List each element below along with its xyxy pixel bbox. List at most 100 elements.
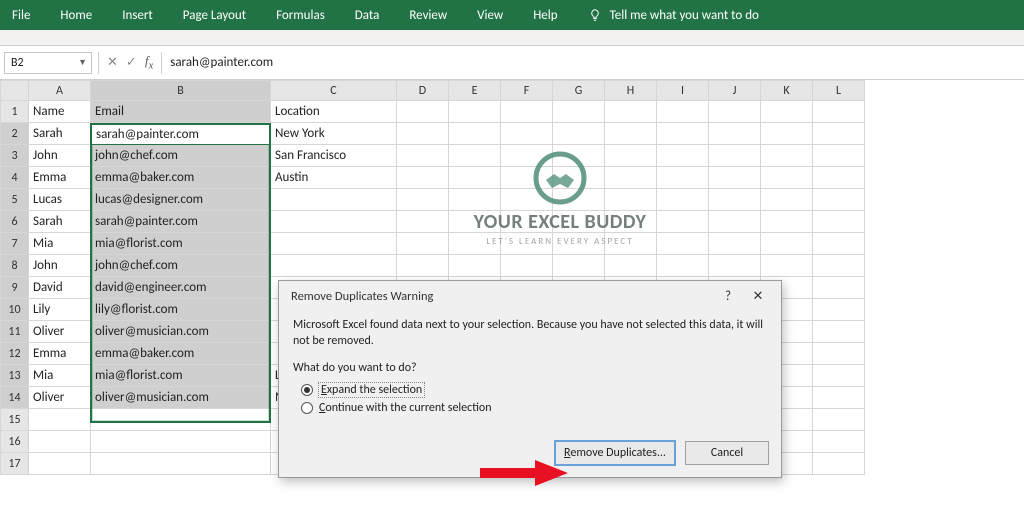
cell[interactable] xyxy=(553,123,605,145)
cell[interactable] xyxy=(271,189,397,211)
cell[interactable] xyxy=(553,211,605,233)
cell[interactable] xyxy=(605,189,657,211)
cell[interactable] xyxy=(813,365,865,387)
fx-icon[interactable]: fx xyxy=(145,53,153,72)
col-header-D[interactable]: D xyxy=(397,81,449,101)
cell[interactable] xyxy=(761,167,813,189)
cell[interactable] xyxy=(605,255,657,277)
cell[interactable] xyxy=(449,233,501,255)
formula-input[interactable]: sarah@painter.com xyxy=(162,55,1024,70)
cell[interactable] xyxy=(397,189,449,211)
cell[interactable] xyxy=(709,145,761,167)
cell[interactable] xyxy=(449,123,501,145)
cell[interactable] xyxy=(605,211,657,233)
cell[interactable] xyxy=(397,101,449,123)
cell[interactable] xyxy=(813,255,865,277)
cell[interactable]: San Francisco xyxy=(271,145,397,167)
cell[interactable] xyxy=(91,453,271,475)
cell[interactable] xyxy=(553,101,605,123)
cell[interactable] xyxy=(449,255,501,277)
chevron-down-icon[interactable]: ▼ xyxy=(78,57,87,68)
cell[interactable] xyxy=(553,189,605,211)
cell[interactable] xyxy=(657,255,709,277)
select-all-corner[interactable] xyxy=(1,81,29,101)
row-header[interactable]: 13 xyxy=(1,365,29,387)
cell[interactable] xyxy=(813,233,865,255)
cell[interactable] xyxy=(605,233,657,255)
row-header[interactable]: 9 xyxy=(1,277,29,299)
col-header-K[interactable]: K xyxy=(761,81,813,101)
cell[interactable]: sarah@painter.com xyxy=(91,211,271,233)
cell[interactable] xyxy=(91,123,271,145)
cell[interactable] xyxy=(501,145,553,167)
cell[interactable] xyxy=(657,211,709,233)
col-header-G[interactable]: G xyxy=(553,81,605,101)
cell[interactable] xyxy=(605,145,657,167)
cell[interactable]: Location xyxy=(271,101,397,123)
row-header[interactable]: 12 xyxy=(1,343,29,365)
cell[interactable]: john@chef.com xyxy=(91,255,271,277)
cell[interactable] xyxy=(605,101,657,123)
row-header[interactable]: 11 xyxy=(1,321,29,343)
cell[interactable] xyxy=(709,167,761,189)
cell[interactable] xyxy=(501,189,553,211)
cell[interactable] xyxy=(91,409,271,431)
cell[interactable]: Email xyxy=(91,101,271,123)
accept-formula-icon[interactable]: ✓ xyxy=(126,55,137,70)
cell[interactable] xyxy=(449,189,501,211)
col-header-H[interactable]: H xyxy=(605,81,657,101)
row-header[interactable]: 4 xyxy=(1,167,29,189)
tab-view[interactable]: View xyxy=(477,8,503,23)
remove-duplicates-button[interactable]: Remove Duplicates... xyxy=(555,441,675,465)
cell[interactable] xyxy=(813,189,865,211)
cell[interactable] xyxy=(553,233,605,255)
cell[interactable] xyxy=(709,101,761,123)
col-header-B[interactable]: B xyxy=(91,81,271,101)
cancel-formula-icon[interactable]: ✕ xyxy=(107,55,118,70)
cell[interactable]: oliver@musician.com xyxy=(91,387,271,409)
cell[interactable]: Emma xyxy=(29,167,91,189)
name-box[interactable]: B2 ▼ xyxy=(4,52,92,74)
cell[interactable] xyxy=(271,233,397,255)
cell[interactable] xyxy=(813,387,865,409)
cell[interactable] xyxy=(813,123,865,145)
cell[interactable]: Mia xyxy=(29,233,91,255)
row-header[interactable]: 15 xyxy=(1,409,29,431)
cell[interactable] xyxy=(397,211,449,233)
cell[interactable]: Austin xyxy=(271,167,397,189)
cell[interactable]: Sarah xyxy=(29,211,91,233)
radio-continue-current[interactable]: Continue with the current selection xyxy=(301,401,767,415)
row-header[interactable]: 17 xyxy=(1,453,29,475)
row-header[interactable]: 8 xyxy=(1,255,29,277)
tab-page-layout[interactable]: Page Layout xyxy=(183,8,246,23)
radio-expand-selection[interactable]: Expand the selection xyxy=(301,383,767,397)
cell[interactable] xyxy=(657,101,709,123)
col-header-I[interactable]: I xyxy=(657,81,709,101)
cell[interactable] xyxy=(761,189,813,211)
cell[interactable] xyxy=(813,101,865,123)
cell[interactable]: David xyxy=(29,277,91,299)
cell[interactable]: emma@baker.com xyxy=(91,343,271,365)
cell[interactable] xyxy=(709,123,761,145)
cell[interactable] xyxy=(501,123,553,145)
cell[interactable]: New York xyxy=(271,123,397,145)
cell[interactable]: John xyxy=(29,255,91,277)
cell[interactable] xyxy=(29,409,91,431)
cell[interactable] xyxy=(657,233,709,255)
cell[interactable] xyxy=(813,211,865,233)
cell[interactable]: oliver@musician.com xyxy=(91,321,271,343)
cell[interactable] xyxy=(761,255,813,277)
cell[interactable] xyxy=(761,123,813,145)
cell[interactable] xyxy=(271,255,397,277)
tab-review[interactable]: Review xyxy=(409,8,447,23)
row-header[interactable]: 5 xyxy=(1,189,29,211)
col-header-J[interactable]: J xyxy=(709,81,761,101)
cell[interactable] xyxy=(709,211,761,233)
cell[interactable]: david@engineer.com xyxy=(91,277,271,299)
cancel-button[interactable]: Cancel xyxy=(685,441,769,465)
row-header[interactable]: 1 xyxy=(1,101,29,123)
cell[interactable] xyxy=(761,233,813,255)
cell[interactable] xyxy=(657,145,709,167)
cell[interactable] xyxy=(813,343,865,365)
cell[interactable] xyxy=(761,145,813,167)
